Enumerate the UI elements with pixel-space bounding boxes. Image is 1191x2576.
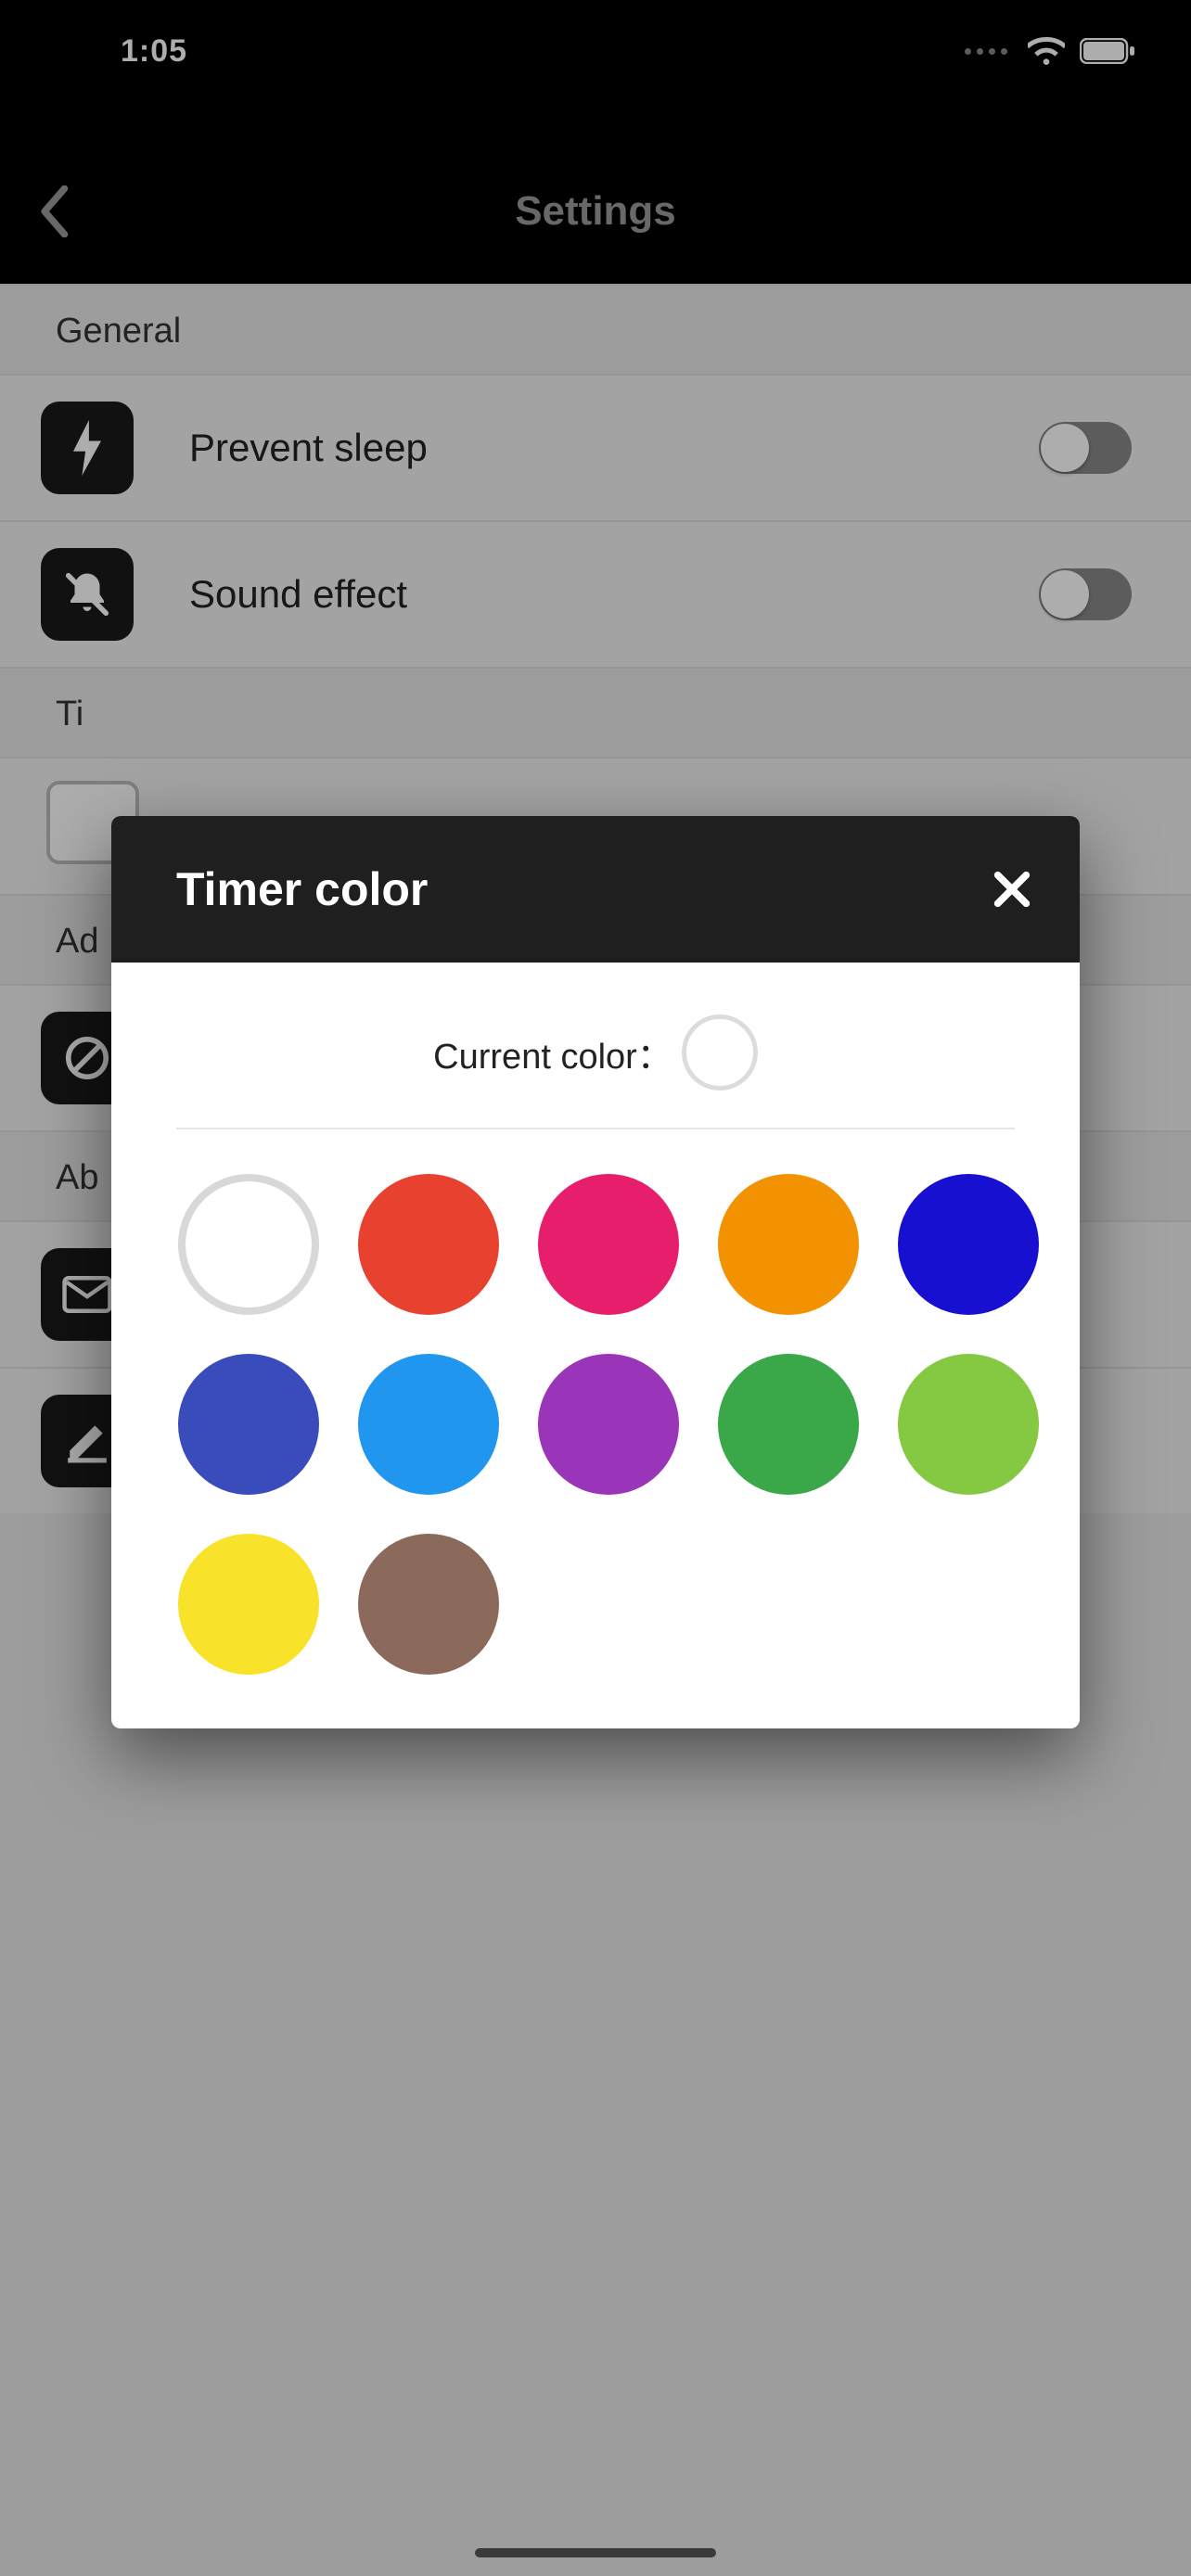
color-swatch[interactable] (538, 1354, 679, 1495)
color-swatch[interactable] (358, 1354, 499, 1495)
home-indicator (475, 2548, 716, 2557)
color-swatch-grid (111, 1129, 1080, 1728)
current-color-label: Current color： (433, 1027, 672, 1078)
modal-header: Timer color (111, 816, 1080, 963)
color-swatch[interactable] (718, 1354, 859, 1495)
close-button[interactable] (991, 868, 1033, 911)
current-color-row: Current color： (176, 963, 1015, 1129)
color-swatch[interactable] (898, 1354, 1039, 1495)
color-swatch[interactable] (898, 1174, 1039, 1315)
color-swatch[interactable] (358, 1534, 499, 1675)
current-color-swatch (682, 1014, 758, 1090)
modal-title: Timer color (176, 862, 428, 916)
color-swatch[interactable] (538, 1174, 679, 1315)
color-swatch[interactable] (178, 1534, 319, 1675)
color-swatch[interactable] (178, 1174, 319, 1315)
color-swatch[interactable] (718, 1174, 859, 1315)
color-swatch[interactable] (358, 1174, 499, 1315)
color-swatch[interactable] (178, 1354, 319, 1495)
timer-color-modal: Timer color Current color： (111, 816, 1080, 1728)
